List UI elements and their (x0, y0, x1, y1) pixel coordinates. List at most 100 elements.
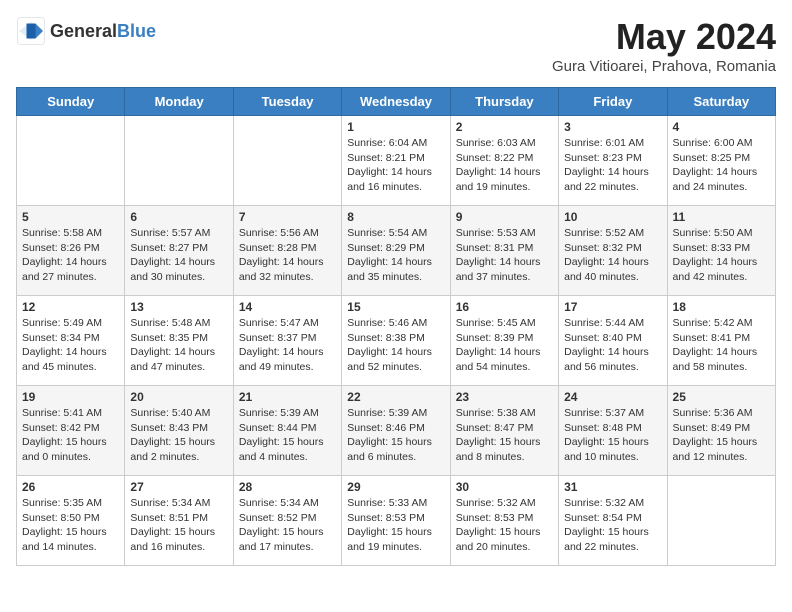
day-info: Sunrise: 5:39 AMSunset: 8:44 PMDaylight:… (239, 406, 336, 465)
day-number: 19 (22, 390, 119, 404)
day-cell (17, 116, 125, 206)
day-info: Sunrise: 6:03 AMSunset: 8:22 PMDaylight:… (456, 136, 553, 195)
day-cell: 9 Sunrise: 5:53 AMSunset: 8:31 PMDaylight… (450, 206, 558, 296)
day-info: Sunrise: 5:40 AMSunset: 8:43 PMDaylight:… (130, 406, 227, 465)
day-number: 13 (130, 300, 227, 314)
day-number: 18 (673, 300, 770, 314)
day-info: Sunrise: 5:58 AMSunset: 8:26 PMDaylight:… (22, 226, 119, 285)
day-info: Sunrise: 6:01 AMSunset: 8:23 PMDaylight:… (564, 136, 661, 195)
day-cell (667, 476, 775, 566)
day-number: 15 (347, 300, 444, 314)
day-number: 10 (564, 210, 661, 224)
day-number: 11 (673, 210, 770, 224)
day-number: 2 (456, 120, 553, 134)
day-info: Sunrise: 5:34 AMSunset: 8:52 PMDaylight:… (239, 496, 336, 555)
day-info: Sunrise: 5:53 AMSunset: 8:31 PMDaylight:… (456, 226, 553, 285)
day-info: Sunrise: 5:52 AMSunset: 8:32 PMDaylight:… (564, 226, 661, 285)
day-info: Sunrise: 5:56 AMSunset: 8:28 PMDaylight:… (239, 226, 336, 285)
day-number: 16 (456, 300, 553, 314)
header-thursday: Thursday (450, 88, 558, 116)
day-cell: 11 Sunrise: 5:50 AMSunset: 8:33 PMDayligh… (667, 206, 775, 296)
header-friday: Friday (559, 88, 667, 116)
day-number: 12 (22, 300, 119, 314)
day-cell: 12 Sunrise: 5:49 AMSunset: 8:34 PMDayligh… (17, 296, 125, 386)
day-cell: 20 Sunrise: 5:40 AMSunset: 8:43 PMDayligh… (125, 386, 233, 476)
day-cell: 30 Sunrise: 5:32 AMSunset: 8:53 PMDayligh… (450, 476, 558, 566)
day-cell: 22Sunrise: 5:39 AMSunset: 8:46 PMDayligh… (342, 386, 450, 476)
day-cell: 24 Sunrise: 5:37 AMSunset: 8:48 PMDayligh… (559, 386, 667, 476)
header-tuesday: Tuesday (233, 88, 341, 116)
day-cell (125, 116, 233, 206)
header-saturday: Saturday (667, 88, 775, 116)
day-info: Sunrise: 5:32 AMSunset: 8:53 PMDaylight:… (456, 496, 553, 555)
day-number: 6 (130, 210, 227, 224)
day-cell: 14Sunrise: 5:47 AMSunset: 8:37 PMDayligh… (233, 296, 341, 386)
day-info: Sunrise: 5:47 AMSunset: 8:37 PMDaylight:… (239, 316, 336, 375)
day-number: 28 (239, 480, 336, 494)
day-number: 30 (456, 480, 553, 494)
header-wednesday: Wednesday (342, 88, 450, 116)
main-title: May 2024 (552, 16, 776, 58)
header: General Blue May 2024 Gura Vitioarei, Pr… (16, 16, 776, 75)
day-cell: 1Sunrise: 6:04 AMSunset: 8:21 PMDaylight… (342, 116, 450, 206)
day-number: 25 (673, 390, 770, 404)
days-header-row: SundayMondayTuesdayWednesdayThursdayFrid… (17, 88, 776, 116)
week-row-3: 12 Sunrise: 5:49 AMSunset: 8:34 PMDayligh… (17, 296, 776, 386)
day-info: Sunrise: 5:54 AMSunset: 8:29 PMDaylight:… (347, 226, 444, 285)
day-number: 29 (347, 480, 444, 494)
day-info: Sunrise: 5:38 AMSunset: 8:47 PMDaylight:… (456, 406, 553, 465)
day-cell: 16Sunrise: 5:45 AMSunset: 8:39 PMDayligh… (450, 296, 558, 386)
day-number: 27 (130, 480, 227, 494)
day-info: Sunrise: 6:00 AMSunset: 8:25 PMDaylight:… (673, 136, 770, 195)
day-info: Sunrise: 5:34 AMSunset: 8:51 PMDaylight:… (130, 496, 227, 555)
day-cell: 29 Sunrise: 5:33 AMSunset: 8:53 PMDayligh… (342, 476, 450, 566)
day-cell: 4Sunrise: 6:00 AMSunset: 8:25 PMDaylight… (667, 116, 775, 206)
day-number: 31 (564, 480, 661, 494)
day-info: Sunrise: 5:49 AMSunset: 8:34 PMDaylight:… (22, 316, 119, 375)
day-info: Sunrise: 5:36 AMSunset: 8:49 PMDaylight:… (673, 406, 770, 465)
day-number: 23 (456, 390, 553, 404)
day-cell: 19 Sunrise: 5:41 AMSunset: 8:42 PMDayligh… (17, 386, 125, 476)
day-cell: 10 Sunrise: 5:52 AMSunset: 8:32 PMDayligh… (559, 206, 667, 296)
day-info: Sunrise: 5:46 AMSunset: 8:38 PMDaylight:… (347, 316, 444, 375)
day-number: 24 (564, 390, 661, 404)
logo-general: General (50, 21, 117, 42)
day-cell (233, 116, 341, 206)
day-cell: 26Sunrise: 5:35 AMSunset: 8:50 PMDayligh… (17, 476, 125, 566)
calendar-table: SundayMondayTuesdayWednesdayThursdayFrid… (16, 87, 776, 566)
day-cell: 23 Sunrise: 5:38 AMSunset: 8:47 PMDayligh… (450, 386, 558, 476)
day-number: 17 (564, 300, 661, 314)
title-section: May 2024 Gura Vitioarei, Prahova, Romani… (552, 16, 776, 75)
day-number: 20 (130, 390, 227, 404)
day-cell: 18 Sunrise: 5:42 AMSunset: 8:41 PMDayligh… (667, 296, 775, 386)
week-row-2: 5 Sunrise: 5:58 AMSunset: 8:26 PMDaylight… (17, 206, 776, 296)
day-cell: 2 Sunrise: 6:03 AMSunset: 8:22 PMDaylight… (450, 116, 558, 206)
day-info: Sunrise: 5:33 AMSunset: 8:53 PMDaylight:… (347, 496, 444, 555)
day-cell: 25 Sunrise: 5:36 AMSunset: 8:49 PMDayligh… (667, 386, 775, 476)
day-number: 7 (239, 210, 336, 224)
day-cell: 3Sunrise: 6:01 AMSunset: 8:23 PMDaylight… (559, 116, 667, 206)
day-number: 5 (22, 210, 119, 224)
day-cell: 21 Sunrise: 5:39 AMSunset: 8:44 PMDayligh… (233, 386, 341, 476)
day-number: 22 (347, 390, 444, 404)
day-info: Sunrise: 6:04 AMSunset: 8:21 PMDaylight:… (347, 136, 444, 195)
logo-blue: Blue (117, 21, 156, 42)
header-sunday: Sunday (17, 88, 125, 116)
day-info: Sunrise: 5:35 AMSunset: 8:50 PMDaylight:… (22, 496, 119, 555)
day-cell: 7 Sunrise: 5:56 AMSunset: 8:28 PMDaylight… (233, 206, 341, 296)
day-cell: 27 Sunrise: 5:34 AMSunset: 8:51 PMDayligh… (125, 476, 233, 566)
logo-icon (16, 16, 46, 46)
day-info: Sunrise: 5:48 AMSunset: 8:35 PMDaylight:… (130, 316, 227, 375)
day-number: 9 (456, 210, 553, 224)
day-info: Sunrise: 5:44 AMSunset: 8:40 PMDaylight:… (564, 316, 661, 375)
week-row-1: 1Sunrise: 6:04 AMSunset: 8:21 PMDaylight… (17, 116, 776, 206)
day-info: Sunrise: 5:42 AMSunset: 8:41 PMDaylight:… (673, 316, 770, 375)
day-info: Sunrise: 5:37 AMSunset: 8:48 PMDaylight:… (564, 406, 661, 465)
day-cell: 13 Sunrise: 5:48 AMSunset: 8:35 PMDayligh… (125, 296, 233, 386)
header-monday: Monday (125, 88, 233, 116)
day-cell: 15 Sunrise: 5:46 AMSunset: 8:38 PMDayligh… (342, 296, 450, 386)
day-info: Sunrise: 5:41 AMSunset: 8:42 PMDaylight:… (22, 406, 119, 465)
day-number: 21 (239, 390, 336, 404)
day-cell: 31Sunrise: 5:32 AMSunset: 8:54 PMDayligh… (559, 476, 667, 566)
day-info: Sunrise: 5:50 AMSunset: 8:33 PMDaylight:… (673, 226, 770, 285)
